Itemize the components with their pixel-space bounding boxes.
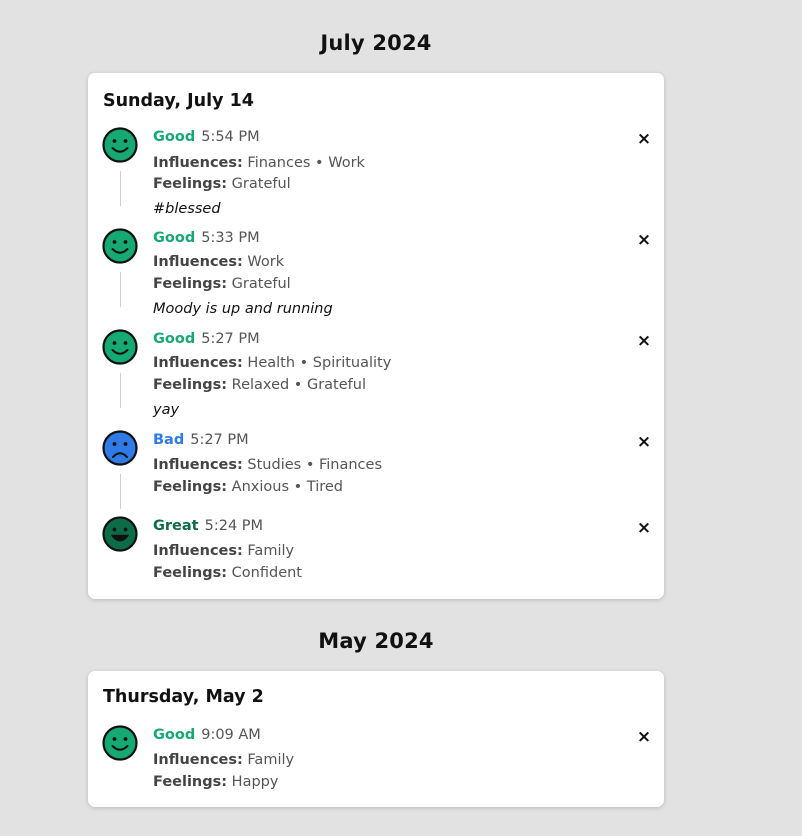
feelings-value: Grateful xyxy=(231,176,291,192)
entry-time: 5:33 PM xyxy=(201,230,260,246)
influences-value: Health • Spirituality xyxy=(247,355,392,371)
feelings-row: Feelings: Happy xyxy=(153,774,278,790)
entry-header: Good 9:09 AM xyxy=(153,727,261,743)
delete-entry-button[interactable]: × xyxy=(636,232,652,249)
day-heading: Thursday, May 2 xyxy=(103,687,264,707)
mood-entry: Good 5:33 PM Influences: Work Feelings: G… xyxy=(88,228,664,323)
smile-face-icon xyxy=(102,127,138,163)
smile-face-icon xyxy=(102,725,138,761)
influences-row: Influences: Family xyxy=(153,543,294,559)
feelings-label: Feelings: xyxy=(153,276,228,292)
day-card: Sunday, July 14 Good 5:54 PM Influences: … xyxy=(88,73,664,599)
mood-label: Good xyxy=(153,129,196,145)
delete-entry-button[interactable]: × xyxy=(636,729,652,746)
influences-label: Influences: xyxy=(153,457,243,473)
influences-value: Family xyxy=(247,543,295,559)
feelings-row: Feelings: Relaxed • Grateful xyxy=(153,377,366,393)
mood-entry: Good 9:09 AM Influences: Family Feelings:… xyxy=(88,725,664,795)
feelings-value: Confident xyxy=(231,565,302,581)
entry-time: 5:27 PM xyxy=(201,331,260,347)
entry-header: Good 5:27 PM xyxy=(153,331,260,347)
influences-label: Influences: xyxy=(153,155,243,171)
mood-entry: Great 5:24 PM Influences: Family Feelings… xyxy=(88,516,664,586)
influences-row: Influences: Family xyxy=(153,752,294,768)
month-heading: May 2024 xyxy=(318,629,434,653)
influences-value: Studies • Finances xyxy=(247,457,383,473)
influences-row: Influences: Health • Spirituality xyxy=(153,355,391,371)
influences-label: Influences: xyxy=(153,355,243,371)
delete-entry-button[interactable]: × xyxy=(636,333,652,350)
entry-time: 5:24 PM xyxy=(204,518,264,534)
entry-note: yay xyxy=(153,402,180,418)
frown-face-icon xyxy=(102,430,138,466)
influences-label: Influences: xyxy=(153,752,243,768)
influences-row: Influences: Work xyxy=(153,254,284,270)
influences-label: Influences: xyxy=(153,254,243,270)
influences-row: Influences: Finances • Work xyxy=(153,155,365,171)
month-heading: July 2024 xyxy=(320,31,432,55)
timeline-connector xyxy=(120,272,121,307)
mood-label: Bad xyxy=(153,432,185,448)
day-card: Thursday, May 2 Good 9:09 AM Influences: … xyxy=(88,671,664,807)
entry-header: Great 5:24 PM xyxy=(153,518,263,534)
entry-time: 9:09 AM xyxy=(201,727,261,743)
feelings-label: Feelings: xyxy=(153,176,228,192)
entry-header: Bad 5:27 PM xyxy=(153,432,249,448)
entry-header: Good 5:33 PM xyxy=(153,230,260,246)
feelings-row: Feelings: Confident xyxy=(153,565,302,581)
mood-label: Good xyxy=(153,331,196,347)
entry-header: Good 5:54 PM xyxy=(153,129,260,145)
mood-label: Good xyxy=(153,230,196,246)
influences-label: Influences: xyxy=(153,543,243,559)
feelings-value: Anxious • Tired xyxy=(231,479,343,495)
entry-time: 5:27 PM xyxy=(190,432,249,448)
influences-value: Work xyxy=(247,254,285,270)
feelings-row: Feelings: Grateful xyxy=(153,276,291,292)
feelings-label: Feelings: xyxy=(153,377,228,393)
feelings-value: Grateful xyxy=(231,276,291,292)
feelings-row: Feelings: Grateful xyxy=(153,176,291,192)
timeline-connector xyxy=(120,171,121,206)
day-heading: Sunday, July 14 xyxy=(103,91,254,111)
smile-face-icon xyxy=(102,228,138,264)
feelings-label: Feelings: xyxy=(153,774,228,790)
feelings-row: Feelings: Anxious • Tired xyxy=(153,479,343,495)
mood-label: Great xyxy=(153,518,199,534)
grin-face-icon xyxy=(102,516,138,552)
mood-entry: Bad 5:27 PM Influences: Studies • Finance… xyxy=(88,430,664,510)
entry-time: 5:54 PM xyxy=(201,129,260,145)
delete-entry-button[interactable]: × xyxy=(636,434,652,451)
influences-row: Influences: Studies • Finances xyxy=(153,457,382,473)
delete-entry-button[interactable]: × xyxy=(636,131,652,148)
feelings-label: Feelings: xyxy=(153,479,228,495)
influences-value: Family xyxy=(247,752,295,768)
mood-entry: Good 5:54 PM Influences: Finances • Work … xyxy=(88,127,664,222)
delete-entry-button[interactable]: × xyxy=(636,520,652,537)
mood-entry: Good 5:27 PM Influences: Health • Spiritu… xyxy=(88,329,664,424)
entry-note: #blessed xyxy=(153,201,221,217)
feelings-label: Feelings: xyxy=(153,565,228,581)
mood-label: Good xyxy=(153,727,196,743)
timeline-connector xyxy=(120,474,121,509)
entry-note: Moody is up and running xyxy=(153,301,333,317)
influences-value: Finances • Work xyxy=(247,155,365,171)
feelings-value: Relaxed • Grateful xyxy=(231,377,366,393)
timeline-connector xyxy=(120,373,121,408)
feelings-value: Happy xyxy=(231,774,279,790)
smile-face-icon xyxy=(102,329,138,365)
